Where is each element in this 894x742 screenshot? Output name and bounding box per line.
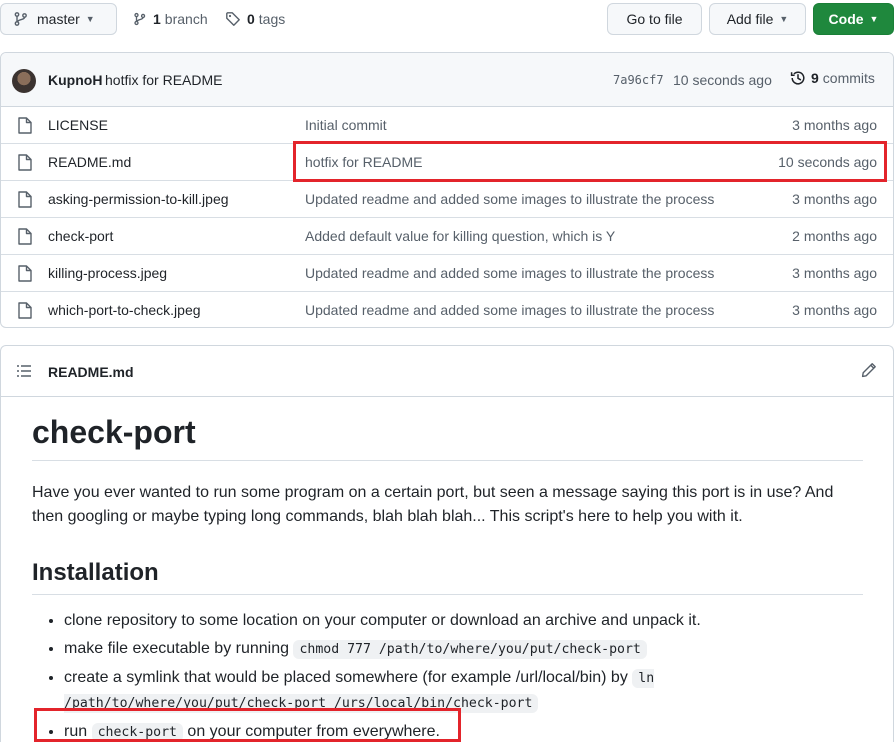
file-icon	[18, 228, 32, 245]
file-name-link[interactable]: asking-permission-to-kill.jpeg	[48, 191, 229, 207]
file-icon	[18, 302, 32, 319]
tag-icon	[226, 12, 240, 26]
git-branch-icon	[134, 12, 146, 26]
commit-time: 10 seconds ago	[673, 72, 772, 88]
readme-filename[interactable]: README.md	[48, 364, 134, 380]
file-commit-link[interactable]: Updated readme and added some images to …	[305, 191, 714, 207]
branches-link[interactable]: 1 branch	[133, 3, 208, 35]
file-name-link[interactable]: killing-process.jpeg	[48, 265, 167, 281]
readme-panel: README.md check-port Have you ever wante…	[0, 345, 894, 742]
installation-heading: Installation	[32, 558, 863, 595]
list-item-text: create a symlink that would be placed so…	[64, 669, 633, 686]
tags-link[interactable]: 0 tags	[225, 3, 285, 35]
readme-header: README.md	[1, 346, 893, 397]
file-icon	[18, 265, 32, 282]
list-item: run check-port on your computer from eve…	[64, 720, 863, 742]
commit-sha-link[interactable]: 7a96cf7	[613, 73, 664, 87]
file-commit-link[interactable]: Updated readme and added some images to …	[305, 302, 714, 318]
file-age: 3 months ago	[792, 191, 877, 207]
go-to-file-button[interactable]: Go to file	[607, 3, 702, 35]
commit-message-link[interactable]: hotfix for README	[105, 72, 222, 88]
file-commit-link[interactable]: Updated readme and added some images to …	[305, 265, 714, 281]
file-age: 3 months ago	[792, 117, 877, 133]
branches-word: branch	[164, 11, 208, 27]
installation-list: clone repository to some location on you…	[32, 609, 863, 742]
list-unordered-icon[interactable]	[16, 363, 32, 379]
git-branch-icon	[14, 12, 27, 26]
inline-code: chmod 777 /path/to/where/you/put/check-p…	[293, 640, 647, 659]
tags-count: 0	[247, 11, 255, 27]
file-row: killing-process.jpeg Updated readme and …	[1, 255, 893, 292]
commits-word: commits	[822, 70, 875, 86]
branch-select-button[interactable]: master ▼	[0, 3, 117, 35]
code-label: Code	[828, 11, 864, 27]
avatar[interactable]	[12, 69, 36, 93]
latest-commit-bar: KupnoH hotfix for README 7a96cf7 10 seco…	[1, 53, 893, 107]
list-item: create a symlink that would be placed so…	[64, 666, 863, 716]
file-row: README.md hotfix for README 10 seconds a…	[1, 144, 893, 181]
commits-count: 9	[811, 70, 819, 86]
readme-intro: Have you ever wanted to run some program…	[32, 484, 834, 525]
file-row: check-port Added default value for killi…	[1, 218, 893, 255]
file-row: asking-permission-to-kill.jpeg Updated r…	[1, 181, 893, 218]
file-name-link[interactable]: which-port-to-check.jpeg	[48, 302, 201, 318]
file-icon	[18, 154, 32, 171]
pencil-icon[interactable]	[861, 362, 877, 378]
file-icon	[18, 191, 32, 208]
repo-toolbar: master ▼ 1 branch 0 tags Go to file Add …	[0, 3, 894, 35]
list-item: make file executable by running chmod 77…	[64, 637, 863, 662]
go-to-file-label: Go to file	[626, 11, 683, 27]
list-item-text: make file executable by running	[64, 640, 294, 657]
tags-word: tags	[258, 11, 286, 27]
file-age: 3 months ago	[792, 265, 877, 281]
inline-code: check-port	[91, 723, 183, 742]
file-commit-link[interactable]: Added default value for killing question…	[305, 228, 615, 244]
branches-count: 1	[153, 11, 161, 27]
list-item-text: on your computer from everywhere.	[182, 723, 440, 740]
file-commit-link[interactable]: hotfix for README	[305, 154, 422, 170]
file-browser: KupnoH hotfix for README 7a96cf7 10 seco…	[0, 52, 894, 328]
readme-content: check-port Have you ever wanted to run s…	[32, 412, 863, 742]
caret-down-icon: ▼	[779, 14, 789, 24]
caret-down-icon: ▼	[85, 14, 95, 24]
file-row: which-port-to-check.jpeg Updated readme …	[1, 292, 893, 327]
history-icon	[790, 71, 805, 85]
list-item-text: run	[64, 723, 92, 740]
caret-down-icon: ▼	[869, 14, 879, 24]
list-item: clone repository to some location on you…	[64, 609, 863, 633]
add-file-button[interactable]: Add file ▼	[709, 3, 806, 35]
file-name-link[interactable]: check-port	[48, 228, 113, 244]
file-icon	[18, 117, 32, 134]
code-button[interactable]: Code ▼	[813, 3, 894, 35]
branch-label: master	[37, 11, 80, 27]
commits-history-link[interactable]: 9 commits	[790, 70, 875, 86]
file-commit-link[interactable]: Initial commit	[305, 117, 387, 133]
file-age: 10 seconds ago	[778, 154, 877, 170]
file-name-link[interactable]: LICENSE	[48, 117, 108, 133]
commit-author-link[interactable]: KupnoH	[48, 72, 102, 88]
file-age: 3 months ago	[792, 302, 877, 318]
file-row: LICENSE Initial commit 3 months ago	[1, 107, 893, 144]
file-age: 2 months ago	[792, 228, 877, 244]
readme-heading: check-port	[32, 412, 863, 461]
file-name-link[interactable]: README.md	[48, 154, 131, 170]
list-item-text: clone repository to some location on you…	[64, 612, 701, 629]
add-file-label: Add file	[726, 11, 774, 27]
